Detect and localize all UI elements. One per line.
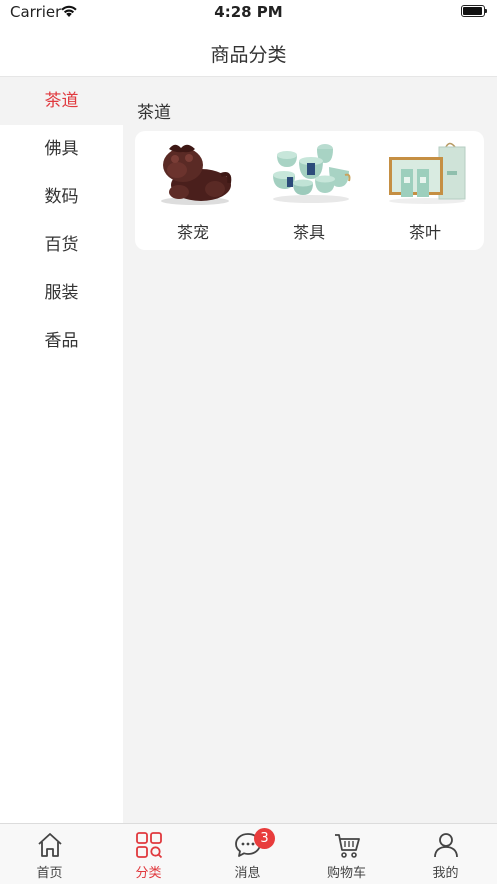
subcategory-label: 茶宠	[176, 223, 209, 242]
tab-messages[interactable]: 3 消息	[198, 824, 297, 884]
tab-label: 购物车	[326, 866, 366, 881]
tab-label: 分类	[135, 866, 162, 881]
tab-home[interactable]: 首页	[0, 824, 99, 884]
battery-icon	[461, 5, 487, 17]
subcategory-label: 茶叶	[408, 223, 441, 242]
sidebar-item-general-goods[interactable]: 百货	[0, 221, 123, 269]
category-icon	[136, 832, 163, 859]
cart-icon	[335, 834, 360, 858]
tea-set-image	[273, 144, 351, 203]
tab-label: 我的	[432, 866, 459, 881]
clock-time: 4:28 PM	[214, 3, 283, 21]
tab-label: 消息	[234, 866, 261, 881]
tea-leaves-gift-box-image	[389, 142, 466, 204]
category-content: 茶道 茶宠 茶具 茶叶	[123, 77, 497, 823]
tab-label: 首页	[36, 866, 63, 881]
home-icon	[38, 833, 62, 857]
subcategory-tea-leaves[interactable]: 茶叶	[367, 131, 483, 250]
subcategory-tea-pet[interactable]: 茶宠	[135, 131, 251, 250]
tab-profile[interactable]: 我的	[396, 824, 495, 884]
category-sidebar: 茶道 佛具 数码 百货 服装 香品	[0, 77, 123, 823]
subcategory-label: 茶具	[292, 223, 325, 242]
tea-pet-figurine-image	[161, 144, 232, 205]
tab-bar: 首页 分类 3 消息 购物车 我的	[0, 823, 497, 884]
sidebar-item-incense[interactable]: 香品	[0, 317, 123, 365]
sidebar-item-tea-ceremony[interactable]: 茶道	[0, 77, 123, 125]
subcategory-tea-set[interactable]: 茶具	[251, 131, 367, 250]
sidebar-item-digital[interactable]: 数码	[0, 173, 123, 221]
status-bar: Carrier 4:28 PM	[0, 0, 497, 28]
sidebar-item-clothing[interactable]: 服装	[0, 269, 123, 317]
subcategory-card: 茶宠 茶具 茶叶	[135, 131, 484, 250]
tab-category[interactable]: 分类	[99, 824, 198, 884]
section-title: 茶道	[137, 103, 171, 123]
tab-cart[interactable]: 购物车	[297, 824, 396, 884]
unread-badge: 3	[254, 828, 275, 849]
sidebar-item-buddhist-items[interactable]: 佛具	[0, 125, 123, 173]
page-title: 商品分类	[210, 44, 287, 66]
nav-bar: 商品分类	[0, 28, 497, 77]
profile-icon	[434, 833, 458, 858]
